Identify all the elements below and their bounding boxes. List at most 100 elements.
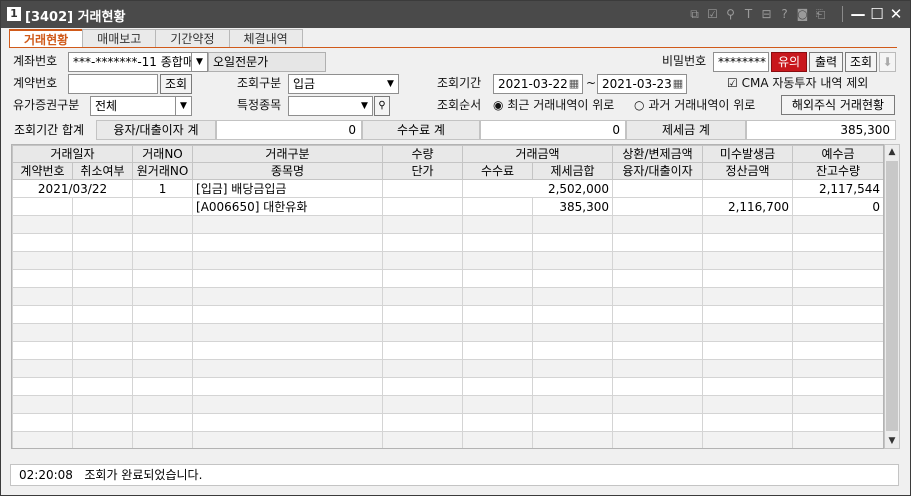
tab-trade-report[interactable]: 매매보고 — [82, 29, 157, 48]
calendar-icon[interactable]: ▦ — [670, 75, 686, 93]
order-radio-past[interactable]: ○ 과거 거래내역이 위로 — [634, 96, 755, 114]
table-row[interactable] — [12, 395, 883, 414]
clipboard-icon[interactable]: ⊟ — [759, 5, 774, 23]
query-type-dropdown-button[interactable]: ▼ — [383, 74, 399, 94]
table-cell — [132, 215, 194, 234]
account-dropdown-button[interactable]: ▼ — [192, 52, 208, 72]
table-cell — [702, 323, 794, 342]
grid-scrollbar[interactable]: ▲ ▼ — [884, 144, 900, 449]
status-time: 02:20:08 — [19, 468, 73, 482]
securities-select[interactable]: 전체 — [90, 96, 176, 116]
col-cancel[interactable]: 취소여부 — [71, 162, 134, 180]
table-row[interactable] — [12, 215, 883, 234]
maximize-button[interactable]: ☐ — [868, 4, 886, 24]
table-row[interactable] — [12, 413, 883, 432]
minimize-button[interactable]: — — [849, 4, 867, 24]
table-cell — [532, 377, 614, 396]
print-button[interactable]: 출력 — [809, 52, 843, 72]
close-button[interactable]: ✕ — [887, 4, 905, 24]
table-row[interactable] — [12, 305, 883, 324]
contract-query-button[interactable]: 조회 — [160, 74, 192, 94]
col-quantity[interactable]: 수량 — [382, 145, 464, 163]
chevron-down-icon: ▼ — [361, 101, 368, 111]
table-cell — [792, 251, 883, 270]
table-row[interactable] — [12, 431, 883, 448]
link-icon[interactable]: ⧉ — [687, 5, 702, 23]
col-item-name[interactable]: 종목명 — [192, 162, 384, 180]
camera-icon[interactable]: ◙ — [795, 5, 810, 23]
table-cell — [462, 269, 534, 288]
col-unit-price[interactable]: 단가 — [382, 162, 464, 180]
cma-checkbox[interactable]: ☑ CMA 자동투자 내역 제외 — [727, 74, 868, 92]
col-balance-qty[interactable]: 잔고수량 — [792, 162, 883, 180]
font-icon[interactable]: T — [741, 5, 756, 23]
table-cell — [382, 233, 464, 252]
col-trade-date[interactable]: 거래일자 — [12, 145, 134, 163]
col-loan-interest[interactable]: 융자/대출이자 — [612, 162, 704, 180]
foreign-stock-button[interactable]: 해외주식 거래현황 — [781, 95, 895, 115]
checkbox-checked-icon[interactable]: ☑ — [727, 76, 738, 90]
radio-empty-icon[interactable]: ○ — [634, 98, 644, 112]
radio-selected-icon[interactable]: ◉ — [493, 98, 503, 112]
scroll-up-icon[interactable]: ▲ — [885, 145, 899, 159]
table-cell — [12, 305, 73, 324]
table-row[interactable]: 2021/03/22 1 [입금] 배당금입금 2,502,000 2,117,… — [12, 179, 883, 198]
table-row[interactable] — [12, 359, 883, 378]
col-repayment[interactable]: 상환/변제금액 — [612, 145, 704, 163]
table-cell — [132, 251, 194, 270]
table-cell — [532, 305, 614, 324]
col-settlement[interactable]: 정산금액 — [702, 162, 794, 180]
tab-period-contract[interactable]: 기간약정 — [155, 29, 230, 48]
account-label: 계좌번호 — [13, 54, 58, 68]
specific-dropdown-button[interactable]: ▼ — [357, 96, 373, 116]
order-radio-recent[interactable]: ◉ 최근 거래내역이 위로 — [493, 96, 614, 114]
table-row[interactable] — [12, 377, 883, 396]
help-icon[interactable]: ? — [777, 5, 792, 23]
scroll-thumb[interactable] — [886, 161, 898, 431]
col-unpaid[interactable]: 미수발생금 — [702, 145, 794, 163]
table-row[interactable]: [A006650] 대한유화 385,300 2,116,700 0 — [12, 197, 883, 216]
table-cell — [462, 215, 534, 234]
table-cell — [702, 395, 794, 414]
next-button[interactable]: ⬇ — [879, 52, 896, 72]
col-fee[interactable]: 수수료 — [462, 162, 534, 180]
tab-execution-history[interactable]: 체결내역 — [228, 29, 303, 48]
table-row[interactable] — [12, 251, 883, 270]
title-bar: 1 [3402] 거래현황 ⧉ ☑ ⚲ T ⊟ ? ◙ ⎗ — ☐ ✕ — [1, 1, 910, 28]
col-tax-total[interactable]: 제세금합 — [532, 162, 614, 180]
query-button[interactable]: 조회 — [845, 52, 877, 72]
securities-dropdown-button[interactable]: ▼ — [176, 96, 192, 116]
col-contract-no[interactable]: 계약번호 — [12, 162, 73, 180]
table-cell — [462, 413, 534, 432]
table-row[interactable] — [12, 287, 883, 306]
table-cell — [702, 431, 794, 448]
table-row[interactable] — [12, 341, 883, 360]
pin-icon[interactable]: ⚲ — [723, 5, 738, 23]
table-row[interactable] — [12, 323, 883, 342]
search-button[interactable]: ⚲ — [374, 96, 390, 116]
account-select[interactable]: ***-*******-11 종합매 — [68, 52, 192, 72]
col-trade-no[interactable]: 거래NO — [132, 145, 194, 163]
table-cell — [792, 341, 883, 360]
check-icon[interactable]: ☑ — [705, 5, 720, 23]
table-cell — [71, 323, 134, 342]
screen-icon[interactable]: ⎗ — [813, 5, 828, 23]
col-deposit[interactable]: 예수금 — [792, 145, 883, 163]
table-cell — [382, 305, 464, 324]
notice-button[interactable]: 유의 — [771, 52, 807, 72]
col-orig-trade-no[interactable]: 원거래NO — [132, 162, 194, 180]
password-field[interactable]: ******** — [713, 52, 769, 72]
col-trade-type[interactable]: 거래구분 — [192, 145, 384, 163]
table-row[interactable] — [12, 269, 883, 288]
tab-trade-status[interactable]: 거래현황 — [9, 29, 84, 48]
table-cell — [132, 233, 194, 252]
specific-input[interactable] — [288, 96, 358, 116]
query-type-select[interactable]: 입금 — [288, 74, 384, 94]
scroll-down-icon[interactable]: ▼ — [885, 434, 899, 448]
table-row[interactable] — [12, 233, 883, 252]
calendar-icon[interactable]: ▦ — [566, 75, 582, 93]
contract-input[interactable] — [68, 74, 158, 94]
table-cell — [702, 233, 794, 252]
col-trade-amount[interactable]: 거래금액 — [462, 145, 614, 163]
trade-grid[interactable]: 거래일자 거래NO 거래구분 수량 거래금액 상환/변제금액 미수발생금 예수금… — [11, 144, 884, 449]
